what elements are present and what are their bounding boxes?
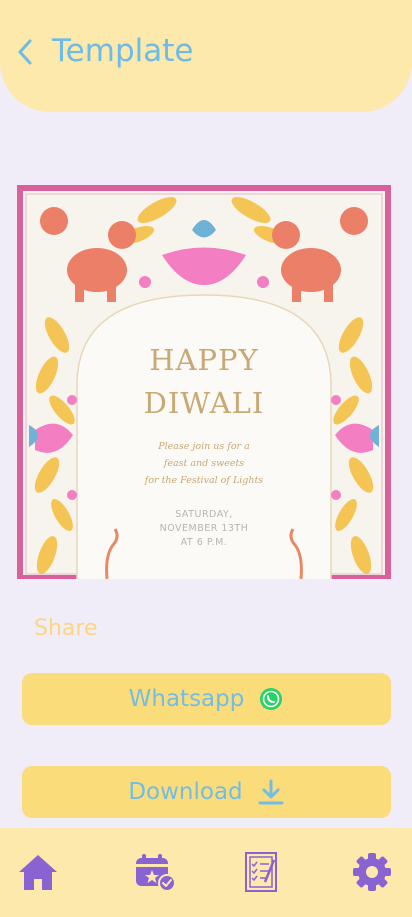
card-date-line-1: SATURDAY, <box>175 509 233 520</box>
card-headline-happy: HAPPY <box>149 343 258 377</box>
card-invite-line-2: feast and sweets <box>163 458 244 469</box>
bottom-navigation <box>0 828 412 917</box>
whatsapp-button-label: Whatsapp <box>128 686 245 712</box>
checklist-icon <box>245 852 277 892</box>
whatsapp-icon <box>258 686 284 712</box>
home-icon <box>19 855 57 890</box>
app-header: Template <box>0 0 412 112</box>
diwali-invitation-image: HAPPY DIWALI Please join us for a feast … <box>17 185 391 579</box>
nav-settings[interactable] <box>350 850 394 894</box>
card-invite-line-3: for the Festival of Lights <box>144 475 264 486</box>
download-button-label: Download <box>128 779 243 805</box>
whatsapp-share-button[interactable]: Whatsapp <box>22 673 391 725</box>
nav-events[interactable] <box>133 850 177 894</box>
chevron-left-icon <box>18 39 32 65</box>
card-invite-line-1: Please join us for a <box>157 441 250 452</box>
event-calendar-icon <box>136 854 176 892</box>
invitation-template-card[interactable]: HAPPY DIWALI Please join us for a feast … <box>17 185 391 579</box>
page-title: Template <box>52 33 194 69</box>
download-icon <box>257 778 285 806</box>
download-button[interactable]: Download <box>22 766 391 818</box>
card-date-line-2: NOVEMBER 13TH <box>160 523 249 534</box>
share-label: Share <box>34 616 98 641</box>
card-date-line-3: AT 6 P.M. <box>181 537 228 548</box>
nav-checklist[interactable] <box>241 850 285 894</box>
gear-icon <box>353 853 391 891</box>
card-headline-diwali: DIWALI <box>144 386 265 420</box>
back-button[interactable] <box>14 36 38 68</box>
nav-home[interactable] <box>16 850 60 894</box>
